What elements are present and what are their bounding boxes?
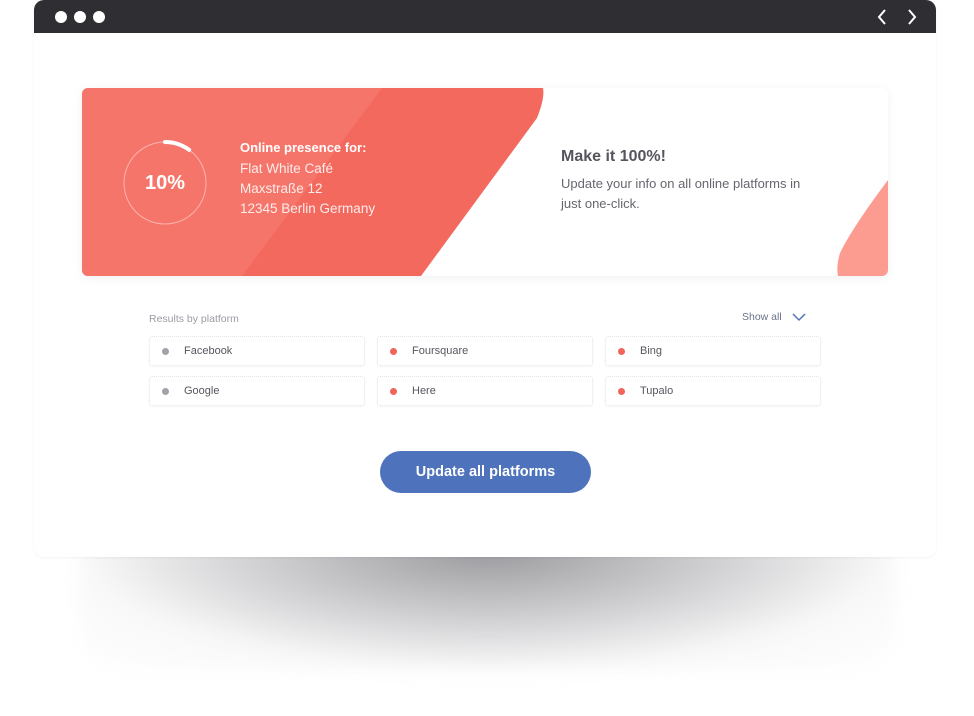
results-label: Results by platform	[149, 313, 239, 325]
promo-description: Update your info on all online platforms…	[561, 176, 801, 211]
status-dot-icon	[618, 347, 625, 355]
platform-item[interactable]: Bing	[605, 336, 821, 366]
browser-window: 10% Online presence for: Flat White Café…	[34, 0, 936, 557]
update-all-platforms-button[interactable]: Update all platforms	[380, 451, 591, 493]
business-name: Flat White Café	[240, 161, 334, 176]
status-dot-icon	[162, 387, 169, 395]
business-city: 12345 Berlin Germany	[240, 201, 376, 216]
minimize-window-dot-icon[interactable]	[74, 11, 86, 23]
accent-shape	[837, 180, 888, 276]
platform-name: Here	[412, 385, 436, 397]
maximize-window-dot-icon[interactable]	[93, 11, 105, 23]
status-dot-icon	[390, 387, 397, 395]
status-dot-icon	[162, 347, 169, 355]
platform-item[interactable]: Foursquare	[377, 336, 593, 366]
chevron-left-icon[interactable]	[874, 7, 890, 27]
chevron-right-icon[interactable]	[904, 7, 920, 27]
platform-item[interactable]: Google	[149, 376, 365, 406]
platform-name: Tupalo	[640, 385, 674, 397]
show-all-label: Show all	[742, 311, 782, 323]
promo-block: Make it 100%! Update your info on all on…	[561, 148, 821, 214]
platform-item[interactable]: Facebook	[149, 336, 365, 366]
navigation-buttons	[874, 7, 920, 27]
close-window-dot-icon[interactable]	[55, 11, 67, 23]
title-bar	[34, 0, 936, 33]
progress-percent: 10%	[144, 171, 186, 194]
presence-card: 10% Online presence for: Flat White Café…	[82, 88, 888, 276]
platform-name: Foursquare	[412, 345, 469, 357]
business-street: Maxstraße 12	[240, 181, 323, 196]
status-dot-icon	[390, 347, 397, 355]
business-info: Online presence for: Flat White Café Max…	[240, 140, 375, 219]
platform-name: Bing	[640, 345, 663, 357]
promo-title: Make it 100%!	[561, 148, 666, 165]
platform-name: Facebook	[184, 345, 233, 357]
platform-item[interactable]: Tupalo	[605, 376, 821, 406]
presence-heading: Online presence for:	[240, 140, 367, 155]
platform-item[interactable]: Here	[377, 376, 593, 406]
status-dot-icon	[618, 387, 625, 395]
show-all-toggle[interactable]: Show all	[742, 311, 806, 323]
chevron-down-icon	[792, 312, 806, 321]
platform-name: Google	[184, 385, 220, 397]
window-controls	[55, 11, 105, 23]
platform-grid: Facebook Foursquare Bing Google Here Tup…	[149, 336, 821, 406]
